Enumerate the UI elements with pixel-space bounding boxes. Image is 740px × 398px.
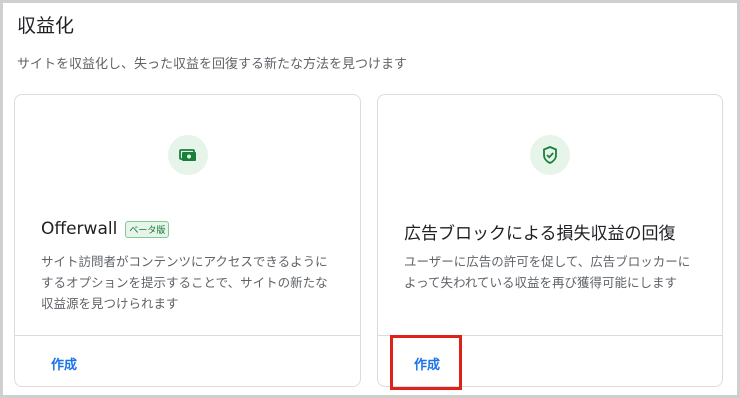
card-description: ユーザーに広告の許可を促して、広告ブロッカーによって失われている収益を再び獲得可… <box>404 254 691 290</box>
page-title: 収益化 <box>17 15 75 37</box>
card-description: サイト訪問者がコンテンツにアクセスできるようにするオプションを提示することで、サ… <box>41 254 328 311</box>
highlight-box <box>390 335 462 390</box>
card-divider <box>15 335 360 336</box>
card-title: Offerwall <box>41 219 118 239</box>
card-title: 広告ブロックによる損失収益の回復 <box>404 224 676 244</box>
beta-badge: ベータ版 <box>125 220 170 238</box>
offerwall-card: Offerwall ベータ版 サイト訪問者がコンテンツにアクセスできるようにする… <box>14 94 361 387</box>
cash-icon <box>167 135 208 175</box>
create-offerwall-button[interactable]: 作成 <box>51 354 77 373</box>
page-description: サイトを収益化し、失った収益を回復する新たな方法を見つけます <box>17 57 408 72</box>
shield-check-icon <box>530 135 570 175</box>
